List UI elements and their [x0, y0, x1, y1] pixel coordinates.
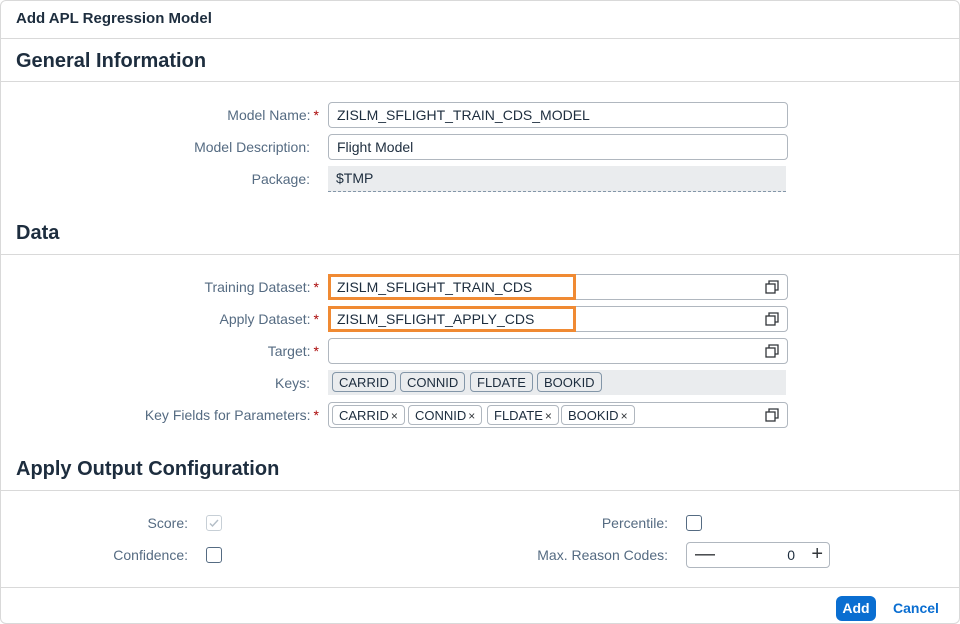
score-label: Score:	[147, 515, 188, 531]
section-title-general: General Information	[16, 50, 207, 72]
value-help-icon[interactable]	[765, 312, 779, 326]
footer-divider	[1, 587, 960, 588]
apply-dataset-label: Apply Dataset: *	[219, 311, 319, 327]
token-remove-icon[interactable]: ×	[621, 409, 628, 423]
max-reason-codes-stepper[interactable]: — 0 +	[686, 542, 830, 568]
token-remove-icon[interactable]: ×	[391, 409, 398, 423]
percentile-label: Percentile:	[601, 515, 668, 531]
section-title-data: Data	[16, 222, 60, 244]
key-token: BOOKID	[537, 372, 602, 392]
key-token: FLDATE	[470, 372, 533, 392]
model-description-label: Model Description:	[194, 139, 310, 155]
key-field-token[interactable]: CONNID ×	[408, 405, 483, 425]
training-dataset-value: ZISLM_SFLIGHT_TRAIN_CDS	[337, 279, 533, 295]
model-description-value: Flight Model	[337, 139, 414, 155]
value-help-icon[interactable]	[765, 344, 779, 358]
check-icon	[209, 519, 219, 528]
key-fields-label: Key Fields for Parameters: *	[144, 407, 319, 423]
target-input[interactable]	[328, 338, 788, 364]
minus-icon[interactable]: —	[695, 543, 715, 565]
training-dataset-input[interactable]: ZISLM_SFLIGHT_TRAIN_CDS	[328, 274, 788, 300]
dialog-title: Add APL Regression Model	[16, 10, 212, 27]
key-fields-multiinput[interactable]: CARRID × CONNID × FLDATE × BOOKID ×	[328, 402, 788, 428]
keys-label: Keys:	[274, 375, 310, 391]
training-dataset-label: Training Dataset: *	[204, 279, 319, 295]
package-value: $TMP	[336, 170, 374, 186]
section-title-output: Apply Output Configuration	[16, 458, 280, 480]
package-field: $TMP	[328, 166, 786, 192]
model-name-value: ZISLM_SFLIGHT_TRAIN_CDS_MODEL	[337, 107, 590, 123]
add-model-dialog: Add APL Regression Model General Informa…	[0, 0, 960, 624]
apply-dataset-value: ZISLM_SFLIGHT_APPLY_CDS	[337, 311, 535, 327]
key-token: CONNID	[400, 372, 466, 392]
plus-icon[interactable]: +	[811, 543, 823, 565]
value-help-icon[interactable]	[765, 280, 779, 294]
confidence-label: Confidence:	[113, 547, 188, 563]
percentile-checkbox[interactable]	[686, 515, 702, 531]
key-field-token[interactable]: FLDATE ×	[487, 405, 559, 425]
section-divider	[1, 254, 960, 255]
header-divider	[1, 38, 960, 39]
value-help-icon[interactable]	[765, 408, 779, 422]
model-description-input[interactable]: Flight Model	[328, 134, 788, 160]
add-button[interactable]: Add	[836, 596, 876, 621]
keys-field: CARRID CONNID FLDATE BOOKID	[328, 370, 786, 395]
confidence-checkbox[interactable]	[206, 547, 222, 563]
max-reason-codes-value[interactable]: 0	[787, 547, 795, 563]
model-name-label: Model Name: *	[227, 107, 319, 123]
key-field-token[interactable]: CARRID ×	[332, 405, 405, 425]
max-reason-codes-label: Max. Reason Codes:	[537, 547, 668, 563]
key-field-token[interactable]: BOOKID ×	[561, 405, 635, 425]
apply-dataset-input[interactable]: ZISLM_SFLIGHT_APPLY_CDS	[328, 306, 788, 332]
model-name-input[interactable]: ZISLM_SFLIGHT_TRAIN_CDS_MODEL	[328, 102, 788, 128]
token-remove-icon[interactable]: ×	[468, 409, 475, 423]
token-remove-icon[interactable]: ×	[545, 409, 552, 423]
key-token: CARRID	[332, 372, 396, 392]
score-checkbox	[206, 515, 222, 531]
package-label: Package:	[251, 171, 310, 187]
section-divider	[1, 81, 960, 82]
target-label: Target: *	[267, 343, 319, 359]
section-divider	[1, 490, 960, 491]
cancel-button[interactable]: Cancel	[893, 600, 939, 616]
